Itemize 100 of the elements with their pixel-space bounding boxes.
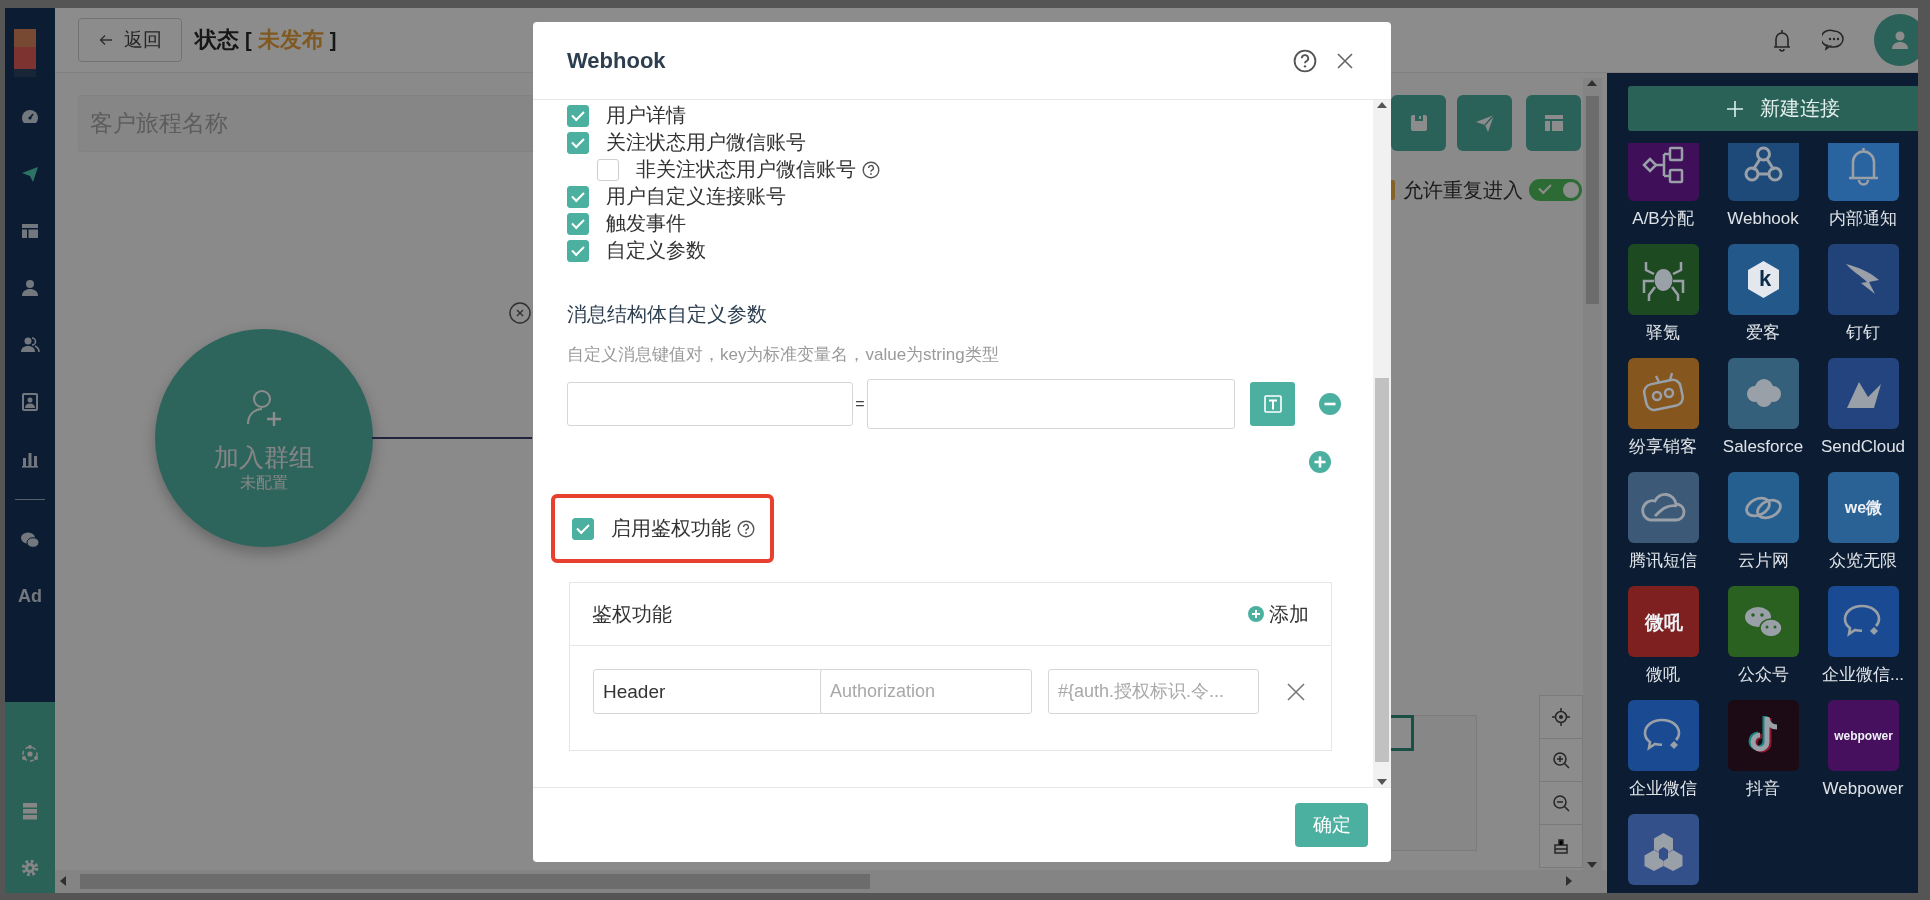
swirl-icon[interactable] [1727, 472, 1799, 543]
arrow-left-icon [98, 32, 114, 48]
music-note-icon[interactable] [1727, 700, 1799, 771]
checkbox[interactable] [567, 131, 589, 154]
help-icon[interactable] [1293, 48, 1317, 73]
close-icon[interactable] [1335, 50, 1355, 71]
panel-title: 鉴权功能 [592, 601, 672, 627]
bracket: ] [329, 28, 337, 52]
split-flow-icon[interactable] [1627, 143, 1699, 201]
option-label: 用户自定义连接账号 [606, 184, 786, 209]
close-circle-icon[interactable] [509, 302, 531, 324]
wing-icon[interactable] [1827, 244, 1899, 315]
user-icon [1889, 29, 1911, 51]
tile-label: Salesforce [1722, 437, 1804, 457]
chat-bubbles-icon[interactable] [1727, 586, 1799, 657]
save-button[interactable] [1391, 95, 1446, 151]
node-status: 未配置 [240, 473, 288, 493]
send-button[interactable] [1457, 95, 1512, 151]
key-field[interactable]: Authorization [820, 669, 1032, 714]
logo-icon[interactable]: 微吼 [1627, 586, 1699, 657]
option-label: 触发事件 [606, 211, 686, 236]
tile-label: 公众号 [1737, 665, 1789, 685]
checkbox[interactable] [567, 104, 589, 127]
logo-text: k [1758, 266, 1771, 291]
chat-bubble-icon[interactable] [1827, 586, 1899, 657]
plus-circle-icon [1247, 605, 1265, 623]
remove-icon[interactable] [1318, 392, 1342, 416]
user-icon[interactable] [20, 277, 40, 298]
scrollbar[interactable] [55, 870, 1607, 893]
layout-icon [1542, 112, 1565, 134]
delete-icon[interactable] [1285, 680, 1307, 703]
bracket: [ [245, 28, 252, 52]
dialog-title: Webhook [567, 47, 666, 74]
checkbox[interactable] [572, 517, 594, 540]
bell-icon[interactable] [1771, 28, 1793, 52]
clear-button[interactable] [1539, 824, 1583, 868]
tile-label: A/B分配 [1632, 209, 1694, 229]
value-field[interactable]: #{auth.授权标识.令... [1048, 669, 1259, 714]
checkbox[interactable] [567, 185, 589, 208]
peaks-icon[interactable] [1827, 358, 1899, 429]
logo-icon[interactable]: we微 [1827, 472, 1899, 543]
section-title: 消息结构体自定义参数 [567, 303, 768, 325]
checkbox[interactable] [597, 158, 619, 181]
cloud-icon[interactable] [1727, 358, 1799, 429]
tile-label: 云片网 [1737, 551, 1789, 571]
tile-label: 微吼 [1646, 665, 1680, 685]
toggle-switch[interactable] [1529, 179, 1582, 201]
plus-icon [1726, 99, 1744, 118]
spider-icon[interactable] [1627, 244, 1699, 315]
logo-text: webpower [1833, 729, 1893, 743]
key-field[interactable] [567, 382, 853, 426]
tile-label: 纷享销客 [1629, 437, 1697, 457]
option-label: 自定义参数 [606, 238, 706, 263]
hint-text: 自定义消息键值对，key为标准变量名，value为string类型 [567, 345, 1000, 365]
help-icon[interactable] [737, 519, 755, 538]
logo-icon[interactable]: webpower [1827, 700, 1899, 771]
contact-card-icon[interactable] [20, 391, 40, 412]
node-title: 加入群组 [214, 442, 314, 472]
scrollbar[interactable] [1583, 78, 1602, 870]
robot-icon[interactable] [1627, 358, 1699, 429]
brush-icon [1551, 836, 1571, 856]
zoom-out-icon [1551, 793, 1571, 813]
help-icon[interactable] [862, 160, 880, 179]
back-button[interactable]: 返回 [78, 18, 182, 62]
users-icon[interactable] [20, 334, 40, 355]
tile-label: 爱客 [1746, 323, 1780, 343]
chat-bubble-icon[interactable] [1627, 700, 1699, 771]
tile-label: Webhook [1727, 209, 1799, 229]
tile-label: 驿氪 [1646, 323, 1680, 343]
layout-button[interactable] [1526, 95, 1581, 151]
logo-text: we微 [1844, 499, 1882, 516]
option-label: 用户详情 [606, 103, 686, 128]
equals-sign: = [854, 395, 866, 413]
chat-icon[interactable] [1822, 28, 1846, 52]
avatar[interactable] [1874, 14, 1918, 66]
value-field[interactable] [867, 379, 1235, 429]
tile-label: 腾讯短信 [1629, 551, 1697, 571]
logo-text: 微吼 [1644, 612, 1682, 633]
zoom-in-button[interactable] [1539, 738, 1583, 782]
cloud-icon[interactable] [1627, 472, 1699, 543]
zoom-in-icon [1551, 750, 1571, 770]
zoom-out-button[interactable] [1539, 781, 1583, 825]
text-icon [1261, 393, 1284, 415]
option-label: 关注状态用户微信账号 [606, 130, 806, 155]
new-connection-button[interactable]: 新建连接 [1628, 86, 1918, 131]
add-button[interactable]: 添加 [1247, 600, 1309, 628]
locate-button[interactable] [1539, 695, 1583, 739]
logo-icon [14, 29, 36, 77]
webhook-icon[interactable] [1727, 143, 1799, 201]
tile-label: 企业微信 [1629, 779, 1697, 799]
checkbox[interactable] [567, 212, 589, 235]
tile-label: Webpower [1822, 779, 1904, 799]
bell-icon[interactable] [1827, 143, 1899, 201]
checkbox[interactable] [567, 239, 589, 262]
cubes-icon[interactable] [1627, 814, 1699, 885]
add-icon[interactable] [1308, 450, 1332, 474]
scrollbar[interactable] [1373, 100, 1391, 787]
text-insert-button[interactable] [1250, 382, 1295, 426]
tile-label: SendCloud [1820, 437, 1906, 457]
menu-item[interactable]: Ad [5, 568, 55, 625]
